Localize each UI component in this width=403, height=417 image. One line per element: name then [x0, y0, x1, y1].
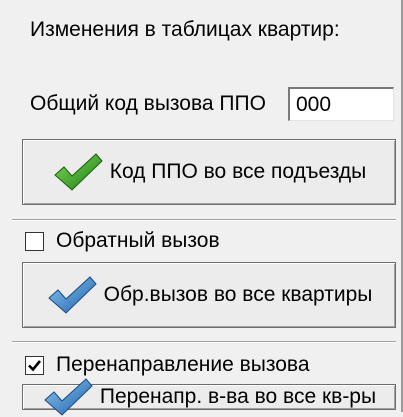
blue-check-icon: [47, 276, 97, 314]
common-code-input[interactable]: [288, 87, 394, 121]
callback-to-all-apartments-label: Обр.вызов во все квартиры: [103, 283, 373, 306]
code-to-all-entrances-button[interactable]: Код ППО во все подъезды: [22, 139, 396, 205]
green-check-icon: [53, 153, 103, 191]
callback-checkbox[interactable]: [25, 232, 44, 251]
separator: [12, 219, 396, 221]
separator: [12, 341, 396, 343]
settings-panel: Изменения в таблицах квартир: Общий код …: [0, 0, 403, 416]
redirect-to-all-apartments-label: Перенапр. в-ва во все кв-ры: [99, 385, 377, 408]
common-code-label: Общий код вызова ППО: [30, 92, 266, 115]
checkmark-icon: [28, 360, 42, 372]
blue-check-icon: [44, 378, 93, 416]
callback-checkbox-label[interactable]: Обратный вызов: [56, 229, 220, 253]
redirect-to-all-apartments-button[interactable]: Перенапр. в-ва во все кв-ры: [22, 378, 396, 416]
code-to-all-entrances-label: Код ППО во все подъезды: [109, 160, 367, 183]
redirect-checkbox[interactable]: [25, 356, 44, 375]
redirect-checkbox-label[interactable]: Перенаправление вызова: [56, 353, 310, 377]
apartment-tables-heading: Изменения в таблицах квартир:: [30, 18, 340, 41]
callback-to-all-apartments-button[interactable]: Обр.вызов во все квартиры: [22, 262, 396, 328]
